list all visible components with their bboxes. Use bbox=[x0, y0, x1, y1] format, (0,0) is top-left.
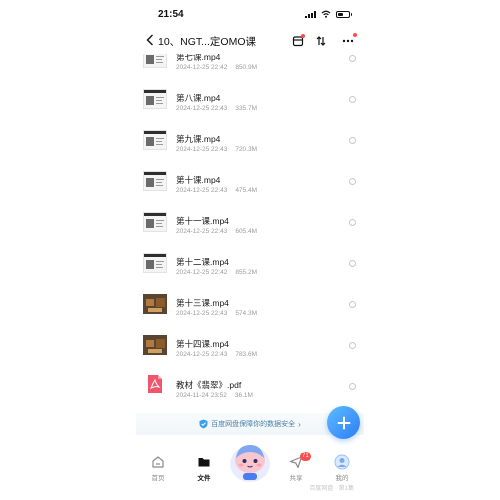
file-meta: 2024-12-25 22:43 783.6M bbox=[176, 351, 265, 358]
watermark: 百度网盘 · 第1集 bbox=[309, 486, 354, 492]
file-row[interactable]: 教材《翡翠》.pdf 2024-11-24 23:52 36.1M bbox=[136, 371, 364, 412]
file-name: 第十三课.mp4 bbox=[176, 298, 229, 308]
file-row[interactable]: 第九课.mp4 2024-12-25 22:43 720.3M bbox=[136, 125, 364, 166]
sort-button[interactable] bbox=[313, 33, 329, 49]
file-size: 783.6M bbox=[235, 351, 258, 358]
home-icon bbox=[150, 454, 166, 470]
file-size: 574.3M bbox=[235, 310, 258, 317]
file-list: 第七课.mp4 2024-12-25 22:42 850.9M 第八课.mp4 2024… bbox=[136, 43, 364, 412]
select-checkbox[interactable] bbox=[349, 178, 356, 185]
select-checkbox[interactable] bbox=[349, 137, 356, 144]
tab-label: 共享 bbox=[289, 475, 303, 482]
file-row[interactable]: 第十四课.mp4 2024-12-25 22:43 783.6M bbox=[136, 330, 364, 371]
file-date: 2024-12-25 22:43 bbox=[176, 310, 228, 317]
chevron-right-icon: › bbox=[298, 419, 301, 429]
file-name: 第十一课.mp4 bbox=[176, 216, 229, 226]
file-meta: 2024-12-25 22:43 574.3M bbox=[176, 310, 265, 317]
tab-files[interactable]: 文件 bbox=[184, 454, 224, 482]
video-thumbnail bbox=[143, 89, 167, 109]
file-row[interactable]: 第十课.mp4 2024-12-25 22:43 475.4M bbox=[136, 166, 364, 207]
file-name: 第十二课.mp4 bbox=[176, 257, 229, 267]
file-date: 2024-11-24 23:52 bbox=[176, 392, 227, 399]
video-thumbnail bbox=[143, 212, 167, 232]
sort-icon bbox=[316, 36, 326, 46]
file-name: 第十四课.mp4 bbox=[176, 339, 229, 349]
status-icons bbox=[305, 10, 352, 18]
status-bar: 21:54 bbox=[136, 0, 364, 28]
phone-screen: 21:54 第七课.mp4 2024-12-25 22:42 850.9M 第八课.m… bbox=[136, 0, 364, 500]
add-button[interactable] bbox=[327, 406, 360, 439]
status-time: 21:54 bbox=[158, 9, 184, 20]
file-date: 2024-12-25 22:43 bbox=[176, 351, 228, 358]
tab-profile[interactable]: 我的 bbox=[322, 454, 362, 482]
file-size: 720.3M bbox=[235, 146, 258, 153]
file-meta: 2024-12-25 22:43 475.4M bbox=[176, 187, 265, 194]
page-title: 10、NGT...定OMO课 bbox=[158, 36, 257, 48]
transfer-list-button[interactable] bbox=[290, 33, 306, 49]
file-meta: 2024-12-25 22:42 850.9M bbox=[176, 64, 265, 71]
video-thumbnail bbox=[143, 130, 167, 150]
select-checkbox[interactable] bbox=[349, 342, 356, 349]
video-thumbnail bbox=[143, 335, 167, 355]
file-size: 855.2M bbox=[235, 269, 258, 276]
pdf-file-icon bbox=[147, 374, 163, 394]
file-date: 2024-12-25 22:43 bbox=[176, 187, 228, 194]
file-date: 2024-12-25 22:43 bbox=[176, 105, 228, 112]
file-size: 605.4M bbox=[235, 228, 258, 235]
nav-bar: 10、NGT...定OMO课 bbox=[136, 28, 364, 54]
file-date: 2024-12-25 22:42 bbox=[176, 64, 228, 71]
file-size: 475.4M bbox=[235, 187, 258, 194]
file-name: 教材《翡翠》.pdf bbox=[176, 380, 242, 390]
mascot-avatar[interactable] bbox=[228, 440, 272, 484]
select-checkbox[interactable] bbox=[349, 96, 356, 103]
file-row[interactable]: 第十一课.mp4 2024-12-25 22:43 605.4M bbox=[136, 207, 364, 248]
notification-dot bbox=[353, 33, 357, 37]
folder-icon bbox=[196, 454, 212, 470]
file-row[interactable]: 第八课.mp4 2024-12-25 22:43 335.7M bbox=[136, 84, 364, 125]
battery-icon bbox=[336, 10, 352, 18]
select-checkbox[interactable] bbox=[349, 55, 356, 62]
file-name: 第十课.mp4 bbox=[176, 175, 221, 185]
chevron-left-icon bbox=[146, 34, 153, 46]
share-badge: 71 bbox=[300, 452, 311, 461]
shield-icon bbox=[199, 419, 208, 429]
select-checkbox[interactable] bbox=[349, 260, 356, 267]
video-thumbnail bbox=[143, 171, 167, 191]
tab-home[interactable]: 首页 bbox=[138, 454, 178, 482]
select-checkbox[interactable] bbox=[349, 219, 356, 226]
tab-bar: 首页 文件 71 共享 我的 百度网盘 · 第1集 bbox=[136, 445, 364, 500]
file-meta: 2024-12-25 22:43 605.4M bbox=[176, 228, 265, 235]
tab-label: 文件 bbox=[197, 475, 211, 482]
file-meta: 2024-11-24 23:52 36.1M bbox=[176, 392, 261, 399]
file-meta: 2024-12-25 22:42 855.2M bbox=[176, 269, 265, 276]
file-row[interactable]: 第十二课.mp4 2024-12-25 22:42 855.2M bbox=[136, 248, 364, 289]
file-date: 2024-12-25 22:42 bbox=[176, 269, 228, 276]
profile-icon bbox=[334, 454, 350, 470]
more-icon bbox=[342, 39, 354, 43]
tab-share[interactable]: 71 共享 bbox=[276, 452, 316, 482]
select-checkbox[interactable] bbox=[349, 383, 356, 390]
video-thumbnail bbox=[143, 253, 167, 273]
select-checkbox[interactable] bbox=[349, 301, 356, 308]
file-date: 2024-12-25 22:43 bbox=[176, 146, 228, 153]
file-size: 850.9M bbox=[235, 64, 258, 71]
notification-dot bbox=[301, 34, 305, 38]
file-meta: 2024-12-25 22:43 720.3M bbox=[176, 146, 265, 153]
wifi-icon bbox=[321, 10, 331, 18]
file-date: 2024-12-25 22:43 bbox=[176, 228, 228, 235]
signal-icon bbox=[305, 10, 316, 18]
video-thumbnail bbox=[143, 294, 167, 314]
file-name: 第八课.mp4 bbox=[176, 93, 221, 103]
tab-label: 我的 bbox=[335, 475, 349, 482]
file-row[interactable]: 第十三课.mp4 2024-12-25 22:43 574.3M bbox=[136, 289, 364, 330]
file-name: 第九课.mp4 bbox=[176, 134, 221, 144]
file-size: 335.7M bbox=[235, 105, 258, 112]
tab-label: 首页 bbox=[151, 475, 165, 482]
file-meta: 2024-12-25 22:43 335.7M bbox=[176, 105, 265, 112]
security-text: 百度网盘保障你的数据安全 bbox=[211, 421, 296, 428]
plus-icon bbox=[337, 416, 350, 429]
more-button[interactable] bbox=[340, 33, 357, 49]
file-size: 36.1M bbox=[234, 392, 253, 399]
